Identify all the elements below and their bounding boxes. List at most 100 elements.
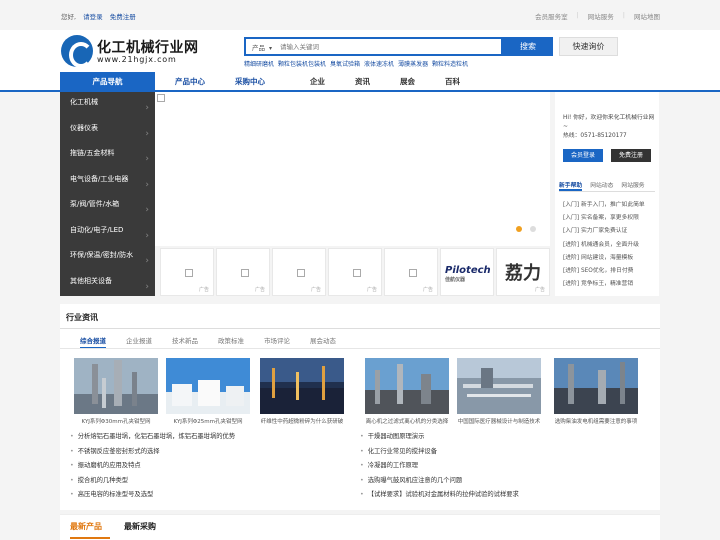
brand-ad[interactable]: 广告 [328,248,382,296]
brand-ad[interactable]: 广告 [384,248,438,296]
news-photo[interactable] [365,358,449,414]
hotline: 热线：0571-85120177 [563,133,627,139]
news-item[interactable]: 不锈钢反应釜密封形式的选择 [70,446,235,461]
sidebar-item-other[interactable]: 其他相关设备 [60,271,155,297]
news-item[interactable]: 分析熔铝石墨坩埚，化铝石墨坩埚，炼铝石墨坩埚的优势 [70,431,235,446]
sidebar-item-chemical-machinery[interactable]: 化工机械 [60,92,155,119]
hot-word[interactable]: 颗粒料造粒机 [432,59,468,68]
logo-text: 化工机械行业网 [97,40,199,56]
tab-tech[interactable]: 技术新品 [172,335,198,349]
news-photo[interactable] [166,358,250,414]
list-item[interactable]: [进阶] SEO优化，排日付费 [563,265,645,278]
nav-item-enterprise[interactable]: 企业 [280,72,340,92]
brand-pilotech[interactable]: Pilotech 佳航仪器 [440,248,494,296]
sidebar-item-automation[interactable]: 自动化/电子/LED [60,220,155,246]
news-photo[interactable] [260,358,344,414]
sidebar-item-electrical[interactable]: 电气设备/工业电器 [60,169,155,195]
quick-inquiry-button[interactable]: 快速询价 [559,37,618,56]
free-register-button[interactable]: 免费注册 [611,149,651,162]
site-logo[interactable]: 化工机械行业网 www.21hgjx.com [61,35,211,68]
tab-enterprise[interactable]: 企业报道 [126,335,152,349]
sidebar-item-hardware[interactable]: 拖链/五金材料 [60,143,155,170]
tab-market[interactable]: 市场评论 [264,335,290,349]
ad-label: 广告 [366,287,377,293]
list-item[interactable]: [入门] 实名备案，享更多权限 [563,212,645,225]
tab-latest-purchases[interactable]: 最新采购 [124,521,156,532]
search-box: 产品 [244,37,503,56]
list-item[interactable]: [进阶] 网站建设，海量模板 [563,252,645,265]
brand-ad[interactable]: 广告 [272,248,326,296]
news-item[interactable]: 选购曝气鼓风机应注意的几个问题 [360,475,519,490]
hot-words: 精细研磨机 颗粒包装机包装机 臭氧试验箱 液体速冻机 薄膜蒸发器 颗粒料造粒机 [244,59,468,68]
list-item[interactable]: [入门] 新手入门，推广如此简单 [563,199,645,212]
tab-exhibition[interactable]: 展会动态 [310,335,336,349]
slider-dot[interactable] [530,226,536,232]
product-nav-label[interactable]: 产品导航 [60,72,155,92]
hot-word[interactable]: 颗粒包装机包装机 [278,59,326,68]
tab-comprehensive[interactable]: 综合报道 [80,335,106,349]
main-nav: 产品导航 产品中心 采购中心 企业 资讯 展会 百科 [0,72,720,92]
sidebar-item-instruments[interactable]: 仪器仪表 [60,118,155,144]
search-input[interactable] [280,41,480,54]
news-item[interactable]: 化工行业常见的搅拌设备 [360,446,519,461]
tab-policy[interactable]: 政策标准 [218,335,244,349]
news-item[interactable]: 高压电容的标准型号及选型 [70,489,235,504]
news-item[interactable]: 冷凝器的工作原理 [360,460,519,475]
photo-caption[interactable]: KYJ系列Φ30mm孔夹钳型网 [70,417,162,425]
news-photo[interactable] [554,358,638,414]
news-item[interactable]: 振动磨机的应用及特点 [70,460,235,475]
photo-caption[interactable]: KYJ系列Φ25mm孔夹钳型网 [162,417,254,425]
ad-label: 广告 [534,287,545,293]
news-photo[interactable] [74,358,158,414]
news-item[interactable]: 【试样要求】试验机对金属材料的拉伸试验的试样要求 [360,489,519,504]
site-service-link[interactable]: 网站服务 [588,11,614,21]
list-item[interactable]: [进阶] 机械通会员，全面升级 [563,239,645,252]
banner-slider[interactable] [155,92,550,246]
tab-site-news[interactable]: 网站动态 [590,180,613,191]
header: 化工机械行业网 www.21hgjx.com 产品 搜索 快速询价 精细研磨机 … [0,30,720,72]
list-item[interactable]: [入门] 实力厂家免费认证 [563,225,645,238]
news-item[interactable]: 干燥器动图原理演示 [360,431,519,446]
news-list-right: 干燥器动图原理演示 化工行业常见的搅拌设备 冷凝器的工作原理 选购曝气鼓风机应注… [360,431,519,504]
sidebar-item-environmental[interactable]: 环保/保温/密封/防水 [60,245,155,272]
nav-item-purchase-center[interactable]: 采购中心 [220,72,280,92]
photo-caption[interactable]: 选购柴油发电机组需要注意的事项 [550,417,642,425]
news-item[interactable]: 搅合机的几种类型 [70,475,235,490]
nav-item-product-center[interactable]: 产品中心 [160,72,220,92]
hot-word[interactable]: 薄膜蒸发器 [398,59,428,68]
hot-word[interactable]: 臭氧试验箱 [330,59,360,68]
nav-items: 产品中心 采购中心 企业 资讯 展会 百科 [160,72,475,92]
news-tabs: 综合报道 企业报道 技术新品 政策标准 市场评论 展会动态 [80,335,336,349]
login-link[interactable]: 请登录 [83,13,103,21]
brand-sub: 佳航仪器 [445,277,466,283]
brand-ad[interactable]: 广告 [216,248,270,296]
logo-c-icon [61,35,93,68]
nav-item-news[interactable]: 资讯 [340,72,385,92]
top-bar: 您好, 请登录 免费注册 会员服务室 | 网站服务 | 网站地图 [0,0,720,30]
slider-dot-active[interactable] [516,226,522,232]
news-photo[interactable] [457,358,541,414]
photo-caption[interactable]: 纤维性中药超微粉碎为什么获研破 [256,417,348,425]
brand-ad[interactable]: 广告 [160,248,214,296]
sitemap-link[interactable]: 网站地图 [634,11,660,21]
broken-image-icon [185,269,193,277]
member-login-button[interactable]: 会员登录 [563,149,603,162]
nav-item-exhibition[interactable]: 展会 [385,72,430,92]
nav-item-wiki[interactable]: 百科 [430,72,475,92]
register-link[interactable]: 免费注册 [110,13,136,21]
tab-newbie-help[interactable]: 新手帮助 [559,180,583,191]
sidebar-item-pumps-valves[interactable]: 泵/阀/管件/水箱 [60,194,155,221]
photo-caption[interactable]: 离心机之过滤式离心机的分类选择 [361,417,453,425]
ad-label: 广告 [254,287,265,293]
top-bar-left: 您好, 请登录 免费注册 [61,11,141,21]
member-service-link[interactable]: 会员服务室 [535,11,568,21]
tab-site-service[interactable]: 网站服务 [621,180,644,191]
search-button[interactable]: 搜索 [503,37,553,56]
search-category-select[interactable]: 产品 [252,42,272,52]
tab-latest-products[interactable]: 最新产品 [70,521,102,532]
list-item[interactable]: [进阶] 竞争标王，精准营销 [563,278,645,291]
brand-lili[interactable]: 荔力 广告 [496,248,550,296]
photo-caption[interactable]: 中国国际医疗器械设计与制造技术 [453,417,545,425]
hot-word[interactable]: 精细研磨机 [244,59,274,68]
hot-word[interactable]: 液体速冻机 [364,59,394,68]
